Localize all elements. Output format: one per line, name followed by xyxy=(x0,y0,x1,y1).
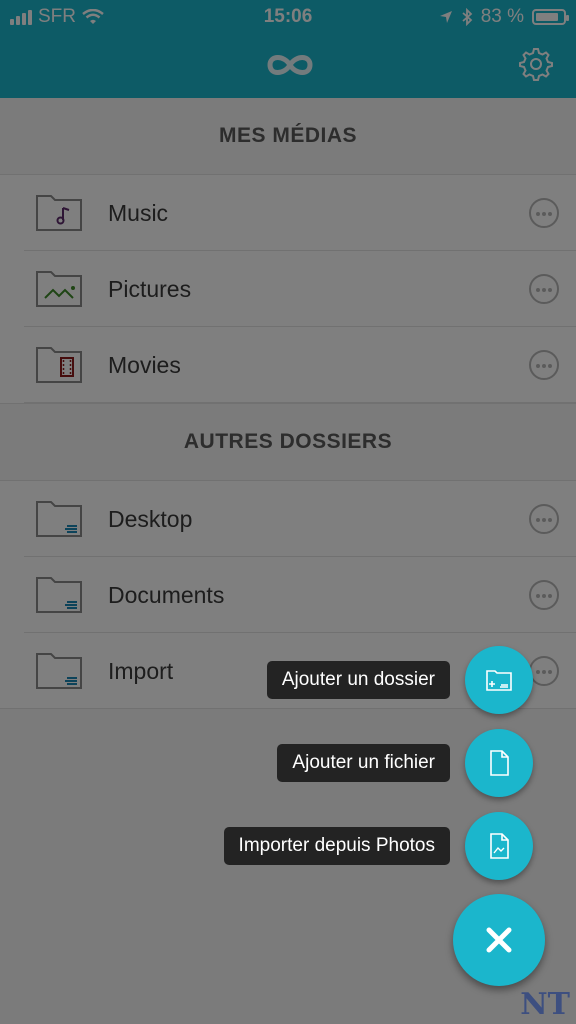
import-photos-button[interactable] xyxy=(465,812,533,880)
fab-import-photos[interactable]: Importer depuis Photos xyxy=(223,811,533,881)
photo-file-icon xyxy=(490,833,509,859)
add-folder-tooltip[interactable]: Ajouter un dossier xyxy=(266,661,450,699)
add-file-tooltip[interactable]: Ajouter un fichier xyxy=(277,744,450,782)
add-folder-icon xyxy=(486,670,512,691)
fab-add-file[interactable]: Ajouter un fichier xyxy=(277,728,533,798)
file-icon xyxy=(490,750,509,776)
watermark-logo: NT xyxy=(520,987,570,1022)
close-icon xyxy=(486,927,512,953)
add-file-button[interactable] xyxy=(465,729,533,797)
fab-add-folder[interactable]: Ajouter un dossier xyxy=(266,645,533,715)
add-folder-button[interactable] xyxy=(465,646,533,714)
import-photos-tooltip[interactable]: Importer depuis Photos xyxy=(223,827,450,865)
close-fab-button[interactable] xyxy=(453,894,545,986)
